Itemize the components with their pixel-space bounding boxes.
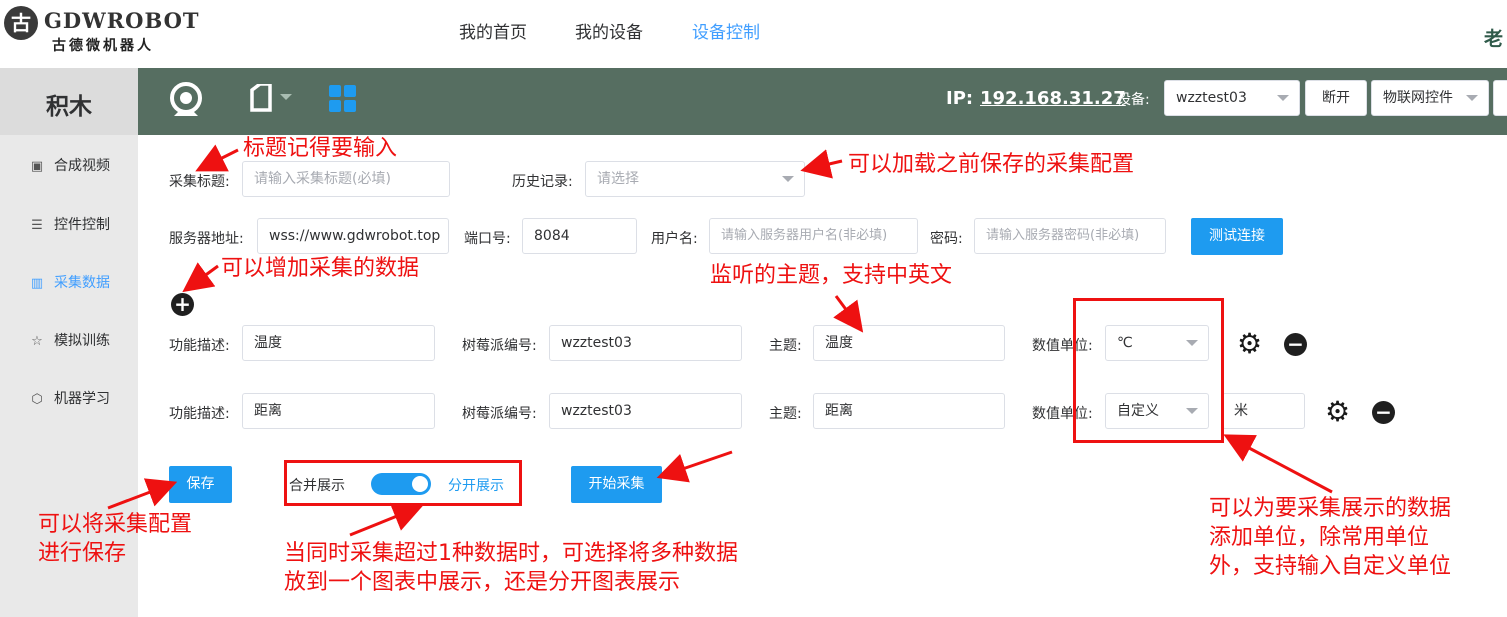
- pi-label: 树莓派编号:: [462, 338, 537, 354]
- remove-row-button[interactable]: −: [1284, 333, 1307, 356]
- pi-label: 树莓派编号:: [462, 406, 537, 422]
- unit-highlight-box: [1073, 298, 1224, 443]
- device-select[interactable]: wzztest03: [1164, 80, 1300, 116]
- port-label: 端口号:: [464, 231, 511, 247]
- func-label: 功能描述:: [169, 406, 230, 422]
- history-select-placeholder: 请选择: [597, 171, 639, 187]
- sidebar-item-simulation[interactable]: ☆ 模拟训练: [28, 330, 110, 350]
- webcam-icon[interactable]: [166, 80, 206, 120]
- gear-icon[interactable]: ⚙: [1325, 398, 1350, 426]
- topic-input[interactable]: 温度: [813, 325, 1005, 361]
- save-button[interactable]: 保存: [169, 466, 232, 503]
- topic-label: 主题:: [769, 338, 802, 354]
- test-connection-button[interactable]: 测试连接: [1191, 218, 1283, 255]
- note-unit-line3: 外，支持输入自定义单位: [1209, 554, 1452, 579]
- nav-device-control[interactable]: 设备控制: [692, 18, 760, 43]
- sidebar-title: 积木: [0, 68, 138, 135]
- brand-name: GDWROBOT: [44, 8, 200, 33]
- sidebar-item-label: 控件控制: [54, 217, 110, 233]
- nav-devices[interactable]: 我的设备: [575, 18, 643, 43]
- note-unit: 可以为要采集展示的数据 添加单位，除常用单位 外，支持输入自定义单位: [1209, 494, 1451, 581]
- topic-label: 主题:: [769, 406, 802, 422]
- sidebar-item-label: 机器学习: [54, 391, 110, 407]
- toolbar-extra-button[interactable]: [1493, 80, 1507, 116]
- pi-input[interactable]: wzztest03: [549, 325, 742, 361]
- password-input[interactable]: 请输入服务器密码(非必填): [974, 218, 1166, 254]
- device-label: 设备:: [1117, 92, 1150, 108]
- chart-icon: ▥: [30, 276, 44, 291]
- iot-control-value: 物联网控件: [1383, 90, 1453, 106]
- note-switch-line1: 当同时采集超过1种数据时，可选择将多种数据: [284, 541, 738, 566]
- sidebar-item-collect-data[interactable]: ▥ 采集数据: [28, 272, 110, 292]
- sidebar-item-label: 模拟训练: [54, 333, 110, 349]
- arrow-title: [195, 144, 239, 172]
- note-switch-line2: 放到一个图表中展示，还是分开图表展示: [284, 570, 681, 595]
- history-select[interactable]: 请选择: [585, 161, 805, 197]
- arrow-add: [182, 262, 219, 293]
- brand-subtitle: 古德微机器人: [52, 38, 154, 54]
- note-history: 可以加载之前保存的采集配置: [848, 152, 1135, 177]
- iot-control-select[interactable]: 物联网控件: [1371, 80, 1489, 116]
- chevron-down-icon: [1466, 95, 1478, 101]
- sidebar-item-control[interactable]: ☰ 控件控制: [28, 214, 110, 234]
- custom-unit-input[interactable]: 米: [1222, 393, 1305, 429]
- history-label: 历史记录:: [512, 174, 573, 190]
- logo-mark: 古: [4, 6, 38, 40]
- start-collect-button[interactable]: 开始采集: [571, 466, 662, 503]
- image-icon: ▣: [30, 159, 44, 174]
- ip-value: 192.168.31.27: [980, 88, 1126, 109]
- topic-input[interactable]: 距离: [813, 393, 1005, 429]
- note-unit-line1: 可以为要采集展示的数据: [1209, 496, 1452, 521]
- sliders-icon: ☰: [31, 218, 43, 233]
- arrow-history: [800, 149, 843, 179]
- func-label: 功能描述:: [169, 338, 230, 354]
- switch-highlight-box: [284, 460, 522, 506]
- note-switch: 当同时采集超过1种数据时，可选择将多种数据 放到一个图表中展示，还是分开图表展示: [284, 539, 738, 597]
- note-save-line1: 可以将采集配置: [38, 512, 193, 537]
- device-select-value: wzztest03: [1176, 90, 1247, 106]
- note-save-line2: 进行保存: [38, 541, 127, 566]
- arrow-switch: [349, 502, 424, 537]
- note-title: 标题记得要输入: [243, 136, 398, 161]
- note-add: 可以增加采集的数据: [221, 256, 420, 281]
- user-name-fragment[interactable]: 老: [1484, 24, 1503, 51]
- port-input[interactable]: 8084: [522, 218, 637, 254]
- ip-label: IP:: [946, 88, 974, 109]
- cube-icon: ⬡: [31, 392, 43, 407]
- password-label: 密码:: [930, 231, 963, 247]
- title-input[interactable]: 请输入采集标题(必填): [242, 161, 450, 197]
- disconnect-button[interactable]: 断开: [1305, 80, 1367, 116]
- func-input[interactable]: 距离: [242, 393, 435, 429]
- add-row-button[interactable]: +: [171, 293, 194, 316]
- sidebar-item-ml[interactable]: ⬡ 机器学习: [28, 388, 110, 408]
- arrow-start: [656, 450, 733, 483]
- sidebar-item-label: 采集数据: [54, 275, 110, 291]
- pi-input[interactable]: wzztest03: [549, 393, 742, 429]
- sidebar-item-label: 合成视频: [54, 158, 110, 174]
- sidebar-item-video[interactable]: ▣ 合成视频: [28, 155, 110, 175]
- gear-icon[interactable]: ⚙: [1237, 330, 1262, 358]
- note-save: 可以将采集配置 进行保存: [38, 510, 192, 568]
- arrow-unit: [1223, 434, 1333, 494]
- grid-icon[interactable]: [329, 85, 357, 113]
- chevron-down-icon: [1277, 95, 1289, 101]
- username-label: 用户名:: [651, 231, 698, 247]
- note-unit-line2: 添加单位，除常用单位: [1209, 525, 1430, 550]
- star-icon: ☆: [31, 334, 43, 349]
- chevron-down-icon: [782, 176, 794, 182]
- func-input[interactable]: 温度: [242, 325, 435, 361]
- server-input[interactable]: wss://www.gdwrobot.top: [257, 218, 449, 254]
- note-topic: 监听的主题，支持中英文: [710, 263, 953, 288]
- nav-home[interactable]: 我的首页: [459, 18, 527, 43]
- title-label: 采集标题:: [169, 174, 230, 190]
- server-label: 服务器地址:: [169, 231, 244, 247]
- username-input[interactable]: 请输入服务器用户名(非必填): [709, 218, 918, 254]
- file-dropdown-icon[interactable]: [246, 84, 296, 114]
- arrow-topic: [833, 295, 864, 333]
- remove-row-button[interactable]: −: [1372, 401, 1395, 424]
